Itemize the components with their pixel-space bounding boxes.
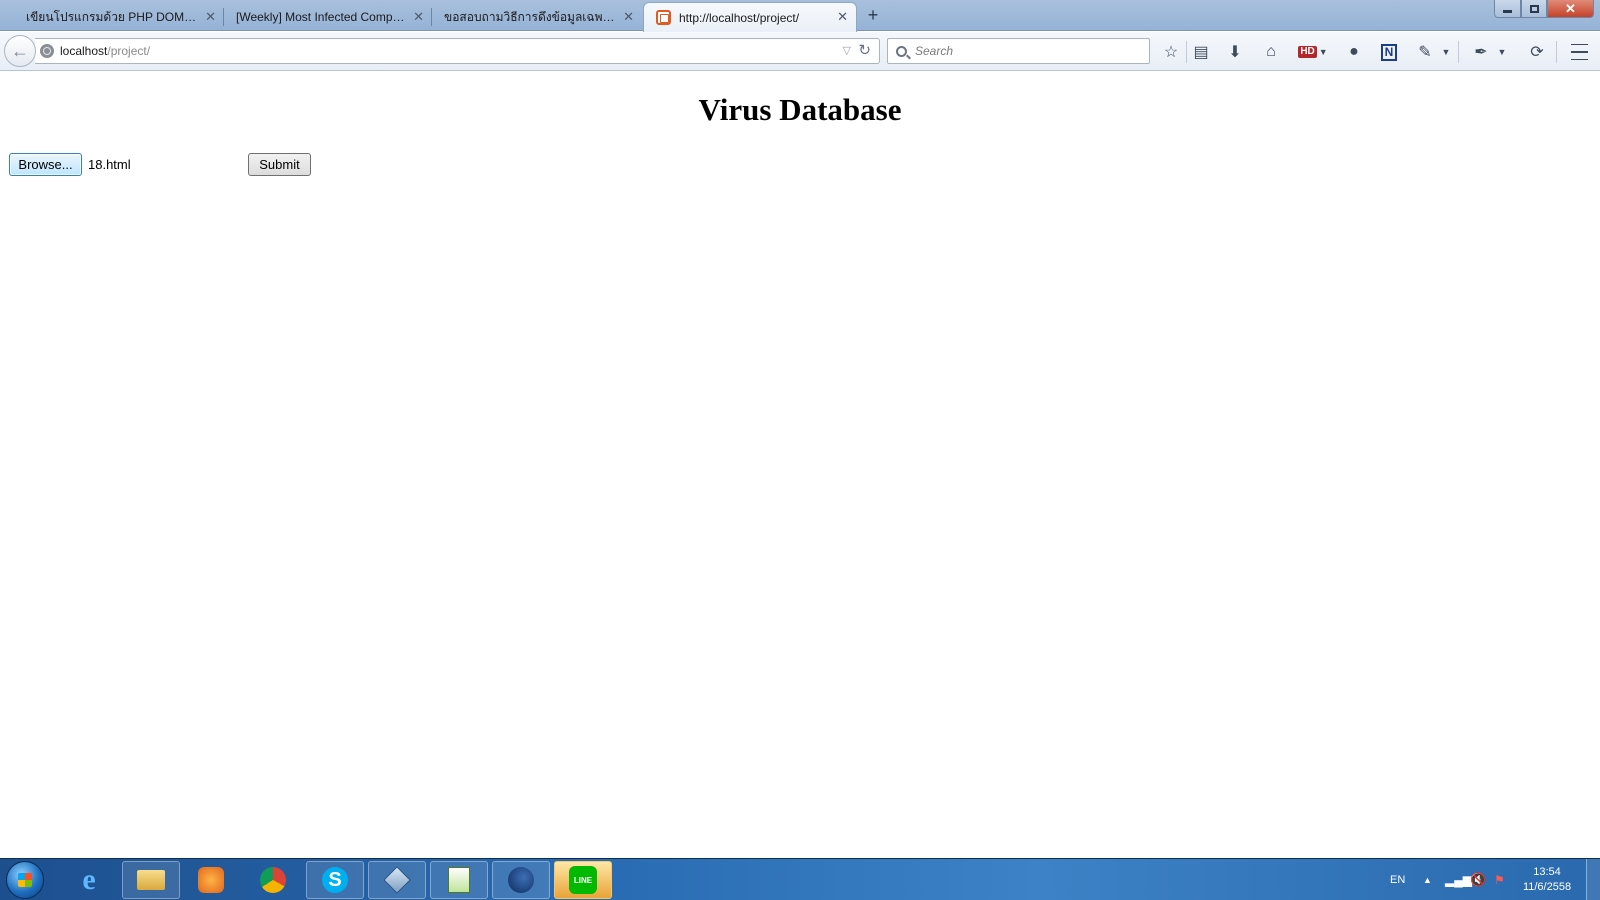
search-placeholder: Search xyxy=(915,44,954,58)
selected-file-name: 18.html xyxy=(88,157,131,172)
toolbar-divider xyxy=(1186,41,1187,63)
show-desktop-button[interactable] xyxy=(1586,859,1600,900)
home-icon[interactable]: ⌂ xyxy=(1260,41,1282,63)
window-controls: ✕ xyxy=(1494,0,1594,18)
close-window-icon[interactable]: ✕ xyxy=(1547,0,1594,18)
clock-time: 13:54 xyxy=(1533,866,1561,878)
close-tab-icon[interactable]: ✕ xyxy=(623,9,634,25)
tab-most-infected[interactable]: [Weekly] Most Infected Compu... ✕ xyxy=(224,3,432,31)
tab-label: เขียนโปรแกรมด้วย PHP DOM เพื่... xyxy=(26,9,198,24)
new-tab-icon[interactable]: + xyxy=(864,5,882,25)
language-indicator[interactable]: EN xyxy=(1390,859,1405,900)
sync-icon[interactable]: ⟳ xyxy=(1526,41,1548,63)
language-label: EN xyxy=(1390,874,1406,886)
volume-muted-icon[interactable]: 🔇 xyxy=(1470,859,1486,900)
hd-badge: HD xyxy=(1298,46,1317,58)
system-clock[interactable]: 13:54 11/6/2558 xyxy=(1512,865,1582,895)
addon-icon[interactable]: ✎ xyxy=(1414,41,1436,63)
dropdown-icon: ▼ xyxy=(1318,47,1328,57)
maximize-icon[interactable] xyxy=(1521,0,1547,18)
search-input[interactable]: Search xyxy=(887,38,1150,64)
url-path: /project/ xyxy=(107,44,151,58)
close-tab-icon[interactable]: ✕ xyxy=(837,9,848,25)
back-arrow-icon: ← xyxy=(11,40,29,61)
firefox-icon[interactable] xyxy=(492,861,550,899)
action-center-icon[interactable]: ⚑ xyxy=(1494,859,1505,900)
notepad-plus-plus-icon[interactable] xyxy=(430,861,488,899)
chrome-icon[interactable] xyxy=(244,861,302,899)
hd-addon-icon[interactable]: HD ▼ xyxy=(1298,41,1328,63)
xampp-favicon-icon xyxy=(656,10,671,25)
globe-icon xyxy=(40,44,54,58)
toolbar-divider xyxy=(1556,41,1557,63)
internet-explorer-icon[interactable]: e xyxy=(60,861,118,899)
reading-list-icon[interactable]: ▤ xyxy=(1190,41,1212,63)
show-hidden-icons-icon[interactable]: ▲ xyxy=(1423,859,1432,900)
clock-date: 11/6/2558 xyxy=(1522,881,1572,893)
eyedropper-dropdown-icon[interactable]: ▼ xyxy=(1496,41,1508,63)
browser-tab-strip: เขียนโปรแกรมด้วย PHP DOM เพื่... ✕ [Week… xyxy=(0,0,1600,32)
bookmark-star-icon[interactable]: ☆ xyxy=(1160,41,1182,63)
close-tab-icon[interactable]: ✕ xyxy=(413,9,424,25)
n-addon-icon[interactable]: N xyxy=(1378,41,1400,63)
tab-localhost-project[interactable]: http://localhost/project/ ✕ xyxy=(643,2,857,32)
eyedropper-icon[interactable]: ✒ xyxy=(1470,41,1492,63)
reload-icon[interactable]: ↻ xyxy=(858,41,871,59)
toolbar-divider xyxy=(1458,41,1459,63)
network-signal-icon[interactable]: ▂▄▆ xyxy=(1445,859,1472,900)
addon-dropdown-icon[interactable]: ▼ xyxy=(1440,41,1452,63)
skype-icon[interactable]: S xyxy=(306,861,364,899)
download-icon[interactable]: ⬇ xyxy=(1224,41,1246,63)
browse-button[interactable]: Browse... xyxy=(9,153,82,176)
chat-icon[interactable]: ● xyxy=(1343,41,1365,63)
url-text[interactable]: localhost/project/ xyxy=(60,44,150,58)
tab-label: ขอสอบถามวิธีการดึงข้อมูลเฉพาะส่... xyxy=(444,9,616,24)
line-icon[interactable]: LINE xyxy=(554,861,612,899)
virtualbox-icon[interactable] xyxy=(368,861,426,899)
media-player-icon[interactable] xyxy=(182,861,240,899)
tab-label: http://localhost/project/ xyxy=(679,10,800,25)
history-dropdown-icon[interactable]: ▽ xyxy=(843,44,851,57)
back-button[interactable]: ← xyxy=(4,35,36,67)
url-host: localhost xyxy=(60,44,108,58)
search-icon xyxy=(896,45,907,57)
url-bar[interactable]: localhost/project/ ▽ ↻ xyxy=(35,38,880,64)
n-badge: N xyxy=(1380,43,1398,61)
page-title: Virus Database xyxy=(698,92,902,127)
page-content: Virus Database Browse... 18.html Submit xyxy=(0,72,1600,858)
navigation-toolbar: localhost/project/ ▽ ↻ ← Search ☆ ▤ ⬇ ⌂ … xyxy=(0,32,1600,71)
tab-label: [Weekly] Most Infected Compu... xyxy=(236,10,406,24)
start-button[interactable] xyxy=(6,861,44,899)
submit-button[interactable]: Submit xyxy=(248,153,311,176)
menu-icon[interactable] xyxy=(1568,41,1590,63)
windows-taskbar: e S LINE EN ▲ ▂▄▆ 🔇 ⚑ 13:54 11/6/2558 xyxy=(0,858,1600,900)
close-tab-icon[interactable]: ✕ xyxy=(205,9,216,25)
file-explorer-icon[interactable] xyxy=(122,861,180,899)
minimize-icon[interactable] xyxy=(1494,0,1521,18)
tab-data-extraction[interactable]: ขอสอบถามวิธีการดึงข้อมูลเฉพาะส่... ✕ xyxy=(432,3,642,31)
tab-php-dom[interactable]: เขียนโปรแกรมด้วย PHP DOM เพื่... ✕ xyxy=(14,3,224,31)
